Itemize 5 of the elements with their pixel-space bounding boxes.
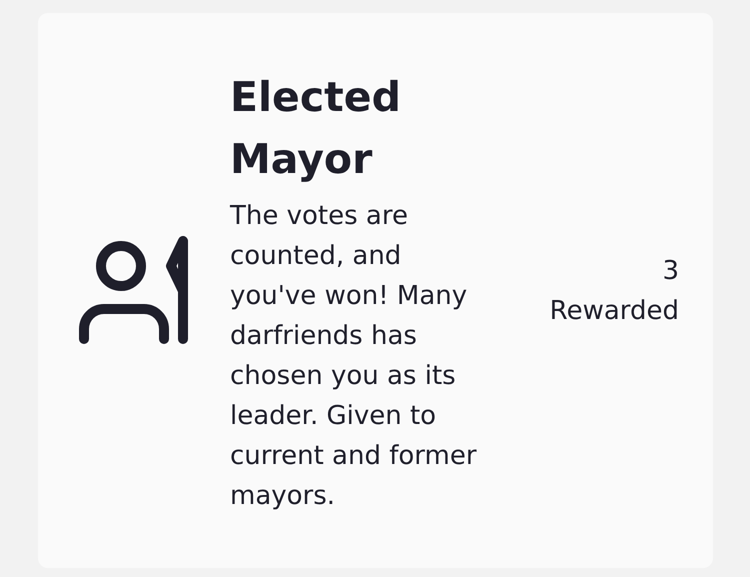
achievement-description: The votes are counted, and you've won! Many darfriends has chosen you as its leader. Given to current and former mayors. xyxy=(230,200,478,512)
person-flag-icon xyxy=(79,236,191,346)
achievement-title: Elected Mayor xyxy=(230,72,402,184)
reward-label: Rewarded xyxy=(550,294,679,328)
reward-count: 3 xyxy=(662,254,679,288)
